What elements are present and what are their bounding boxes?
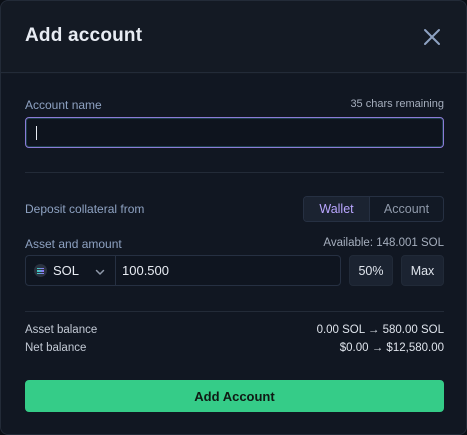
max-button[interactable]: Max — [401, 255, 444, 286]
account-name-input[interactable] — [38, 118, 438, 147]
add-account-button[interactable]: Add Account — [25, 380, 444, 412]
solana-icon — [34, 264, 47, 277]
asset-symbol: SOL — [53, 263, 80, 278]
wallet-option[interactable]: Wallet — [304, 197, 370, 221]
asset-balance-value: 0.00 SOL → 580.00 SOL — [316, 324, 444, 336]
divider — [25, 172, 444, 173]
asset-balance-label: Asset balance — [25, 324, 98, 336]
chevron-down-icon — [94, 265, 106, 277]
amount-input[interactable] — [122, 256, 336, 285]
account-name-label-row: Account name 35 chars remaining — [25, 98, 444, 114]
fifty-percent-button[interactable]: 50% — [349, 255, 393, 286]
asset-label-row: Asset and amount Available: 148.001 SOL — [25, 237, 444, 253]
available-balance: Available: 148.001 SOL — [323, 237, 444, 249]
chars-remaining: 35 chars remaining — [350, 98, 444, 110]
deposit-label: Deposit collateral from — [25, 202, 145, 216]
account-option[interactable]: Account — [370, 197, 443, 221]
deposit-source-toggle: Wallet Account — [303, 196, 444, 222]
net-balance-row: Net balance $0.00 → $12,580.00 — [25, 342, 444, 358]
asset-balance-row: Asset balance 0.00 SOL → 580.00 SOL — [25, 324, 444, 340]
net-balance-label: Net balance — [25, 342, 87, 354]
close-icon[interactable] — [420, 25, 444, 49]
modal-header: Add account — [1, 1, 466, 73]
modal-title: Add account — [25, 25, 143, 46]
add-account-modal: Add account Account name 35 chars remain… — [0, 0, 467, 435]
account-name-field[interactable] — [25, 117, 444, 148]
text-caret — [36, 126, 37, 140]
asset-label: Asset and amount — [25, 237, 122, 251]
account-name-label: Account name — [25, 98, 102, 112]
asset-select[interactable]: SOL — [26, 256, 116, 285]
divider — [25, 311, 444, 312]
net-balance-value: $0.00 → $12,580.00 — [339, 342, 444, 354]
asset-amount-box: SOL — [25, 255, 341, 286]
